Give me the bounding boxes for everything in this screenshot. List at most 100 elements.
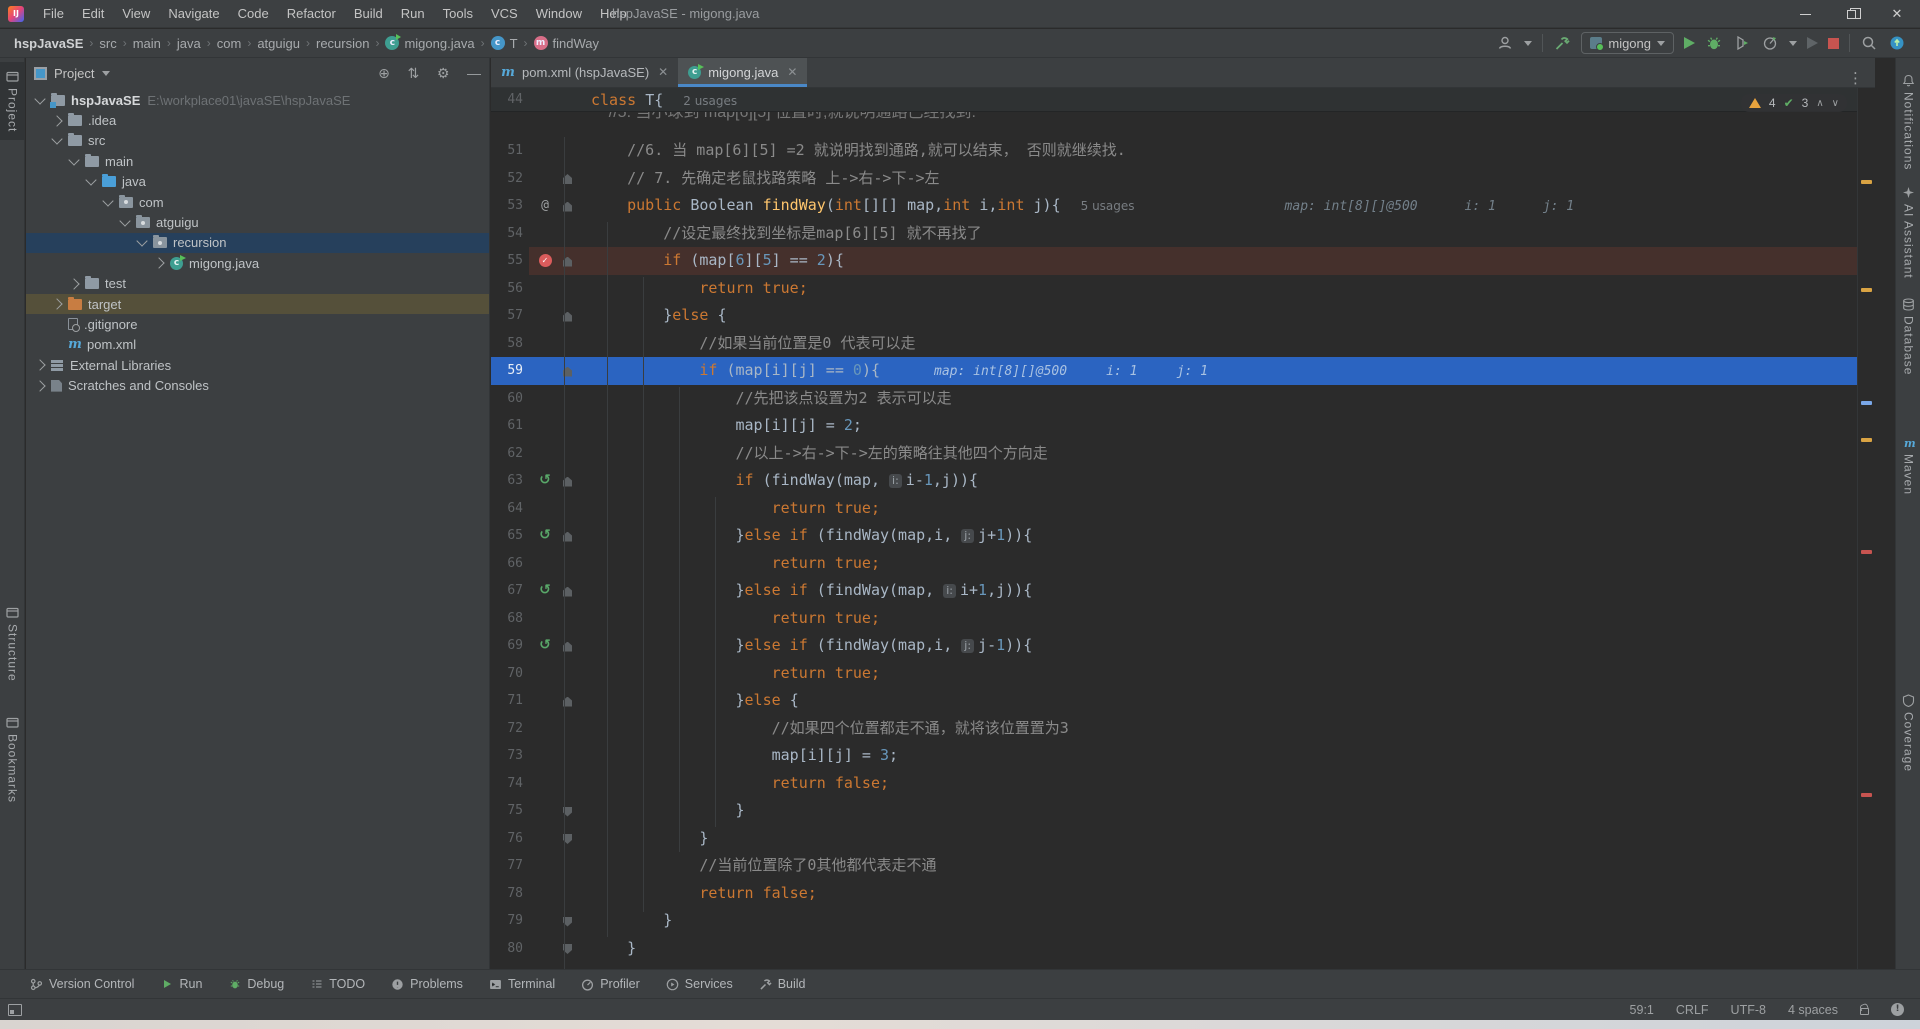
chevron-expanded-icon[interactable]: [51, 134, 62, 145]
tool-strip-ai-assistant[interactable]: AI Assistant: [1896, 178, 1920, 287]
stripe-mark[interactable]: [1861, 550, 1872, 554]
stop-button[interactable]: [1828, 38, 1839, 49]
hide-panel-icon[interactable]: —: [467, 65, 481, 81]
code-line-60[interactable]: 60 //先把该点设置为2 表示可以走: [491, 385, 1875, 413]
close-tab-icon[interactable]: ✕: [658, 65, 668, 79]
recursive-call-icon[interactable]: ↺: [533, 467, 557, 495]
tool-strip-bookmarks[interactable]: Bookmarks: [0, 708, 25, 811]
code-line-75[interactable]: 75 }: [491, 797, 1875, 825]
menu-item-tools[interactable]: Tools: [434, 0, 482, 28]
line-number[interactable]: 69: [491, 632, 523, 660]
stripe-mark[interactable]: [1861, 180, 1872, 184]
line-number[interactable]: 79: [491, 907, 523, 935]
tree-item-recursion[interactable]: recursion: [26, 233, 489, 253]
line-number[interactable]: 51: [491, 137, 523, 165]
expand-collapse-icon[interactable]: ⇅: [407, 65, 419, 81]
tree-item-hspjavase[interactable]: hspJavaSEE:\workplace01\javaSE\hspJavaSE: [26, 90, 489, 110]
tree-item-atguigu[interactable]: atguigu: [26, 212, 489, 232]
code-line-63[interactable]: 63↺ if (findWay(map, i:i-1,j)){: [491, 467, 1875, 495]
toolwindow-button-profiler[interactable]: Profiler: [581, 977, 640, 991]
close-button[interactable]: ✕: [1874, 0, 1920, 28]
chevron-expanded-icon[interactable]: [102, 195, 113, 206]
code-line-71[interactable]: 71 }else {: [491, 687, 1875, 715]
tool-strip-structure[interactable]: Structure: [0, 598, 25, 690]
line-number[interactable]: 61: [491, 412, 523, 440]
chevron-expanded-icon[interactable]: [85, 175, 96, 186]
chevron-collapsed-icon[interactable]: [153, 258, 164, 269]
minimize-button[interactable]: [1782, 0, 1828, 28]
code-line-76[interactable]: 76 }: [491, 825, 1875, 853]
annotation-gutter-icon[interactable]: @: [533, 192, 557, 220]
tree-item--idea[interactable]: .idea: [26, 110, 489, 130]
editor-tab-migong-java[interactable]: cmigong.java✕: [678, 57, 807, 87]
tree-item--gitignore[interactable]: .gitignore: [26, 314, 489, 334]
menu-item-refactor[interactable]: Refactor: [278, 0, 345, 28]
debug-button[interactable]: [1705, 34, 1723, 52]
menu-item-code[interactable]: Code: [229, 0, 278, 28]
code-lines[interactable]: 51 //6. 当 map[6][5] =2 就说明找到通路,就可以结束， 否则…: [491, 137, 1875, 969]
breadcrumb-item-main[interactable]: main: [133, 36, 161, 51]
line-number[interactable]: 60: [491, 385, 523, 413]
tree-item-java[interactable]: java: [26, 172, 489, 192]
code-line-52[interactable]: 52 // 7. 先确定老鼠找路策略 上->右->下->左: [491, 165, 1875, 193]
code-line-68[interactable]: 68 return true;: [491, 605, 1875, 633]
menu-item-vcs[interactable]: VCS: [482, 0, 527, 28]
usages-inlay[interactable]: 2 usages: [683, 94, 737, 108]
line-number[interactable]: 58: [491, 330, 523, 358]
stripe-mark[interactable]: [1861, 401, 1872, 405]
toolwindow-button-todo[interactable]: TODO: [310, 977, 365, 991]
line-number[interactable]: 44: [491, 88, 523, 112]
code-line-72[interactable]: 72 //如果四个位置都走不通，就将该位置置为3: [491, 715, 1875, 743]
code-line-70[interactable]: 70 return true;: [491, 660, 1875, 688]
line-number[interactable]: 54: [491, 220, 523, 248]
breakpoint-icon[interactable]: ✓: [533, 247, 557, 275]
profile-dropdown-icon[interactable]: [1524, 41, 1532, 46]
line-number[interactable]: 62: [491, 440, 523, 468]
line-number[interactable]: 70: [491, 660, 523, 688]
recursive-call-icon[interactable]: ↺: [533, 577, 557, 605]
editor-area[interactable]: mpom.xml (hspJavaSE)✕cmigong.java✕⋮ 44cl…: [491, 58, 1875, 969]
code-line-73[interactable]: 73 map[i][j] = 3;: [491, 742, 1875, 770]
profiler-dropdown-icon[interactable]: [1789, 41, 1797, 46]
tree-item-main[interactable]: main: [26, 151, 489, 171]
line-number[interactable]: 80: [491, 935, 523, 963]
line-number[interactable]: 63: [491, 467, 523, 495]
code-line-80[interactable]: 80 }: [491, 935, 1875, 963]
tree-item-com[interactable]: com: [26, 192, 489, 212]
sticky-class-line[interactable]: 44class T{2 usages: [491, 88, 1857, 112]
breadcrumb-item-findway[interactable]: mfindWay: [534, 36, 599, 51]
line-number[interactable]: 57: [491, 302, 523, 330]
line-number[interactable]: 59: [491, 357, 523, 385]
breadcrumb-item-recursion[interactable]: recursion: [316, 36, 369, 51]
line-separator[interactable]: CRLF: [1676, 1003, 1709, 1017]
code-line-66[interactable]: 66 return true;: [491, 550, 1875, 578]
prev-issue-icon[interactable]: ∧: [1816, 98, 1823, 109]
code-line-74[interactable]: 74 return false;: [491, 770, 1875, 798]
chevron-collapsed-icon[interactable]: [68, 278, 79, 289]
inspections-widget[interactable]: 4 ✔ 3 ∧ ∨: [1741, 94, 1847, 112]
code-line-62[interactable]: 62 //以上->右->下->左的策略往其他四个方向走: [491, 440, 1875, 468]
line-number[interactable]: 64: [491, 495, 523, 523]
readonly-lock-icon[interactable]: [1860, 1008, 1869, 1015]
tool-strip-maven[interactable]: mMaven: [1896, 428, 1920, 503]
editor-tab-more-icon[interactable]: ⋮: [1848, 69, 1875, 87]
profiler-button[interactable]: [1761, 34, 1779, 52]
code-line-59[interactable]: 59 if (map[i][j] == 0){map: int[8][]@500…: [491, 357, 1875, 385]
code-line-67[interactable]: 67↺ }else if (findWay(map, i:i+1,j)){: [491, 577, 1875, 605]
toolwindow-toggle-icon[interactable]: [8, 1004, 22, 1016]
chevron-collapsed-icon[interactable]: [51, 298, 62, 309]
chevron-expanded-icon[interactable]: [136, 236, 147, 247]
tree-item-pom-xml[interactable]: mpom.xml: [26, 335, 489, 355]
run-button[interactable]: [1684, 37, 1695, 49]
line-number[interactable]: 75: [491, 797, 523, 825]
code-line-78[interactable]: 78 return false;: [491, 880, 1875, 908]
line-number[interactable]: 72: [491, 715, 523, 743]
line-number[interactable]: 76: [491, 825, 523, 853]
line-number[interactable]: 52: [491, 165, 523, 193]
code-line-44[interactable]: 44class T{2 usages: [491, 88, 1857, 116]
chevron-collapsed-icon[interactable]: [51, 115, 62, 126]
line-number[interactable]: 78: [491, 880, 523, 908]
code-line-64[interactable]: 64 return true;: [491, 495, 1875, 523]
toolwindow-button-debug[interactable]: Debug: [228, 977, 284, 991]
breadcrumb-item-t[interactable]: cT: [491, 36, 518, 51]
